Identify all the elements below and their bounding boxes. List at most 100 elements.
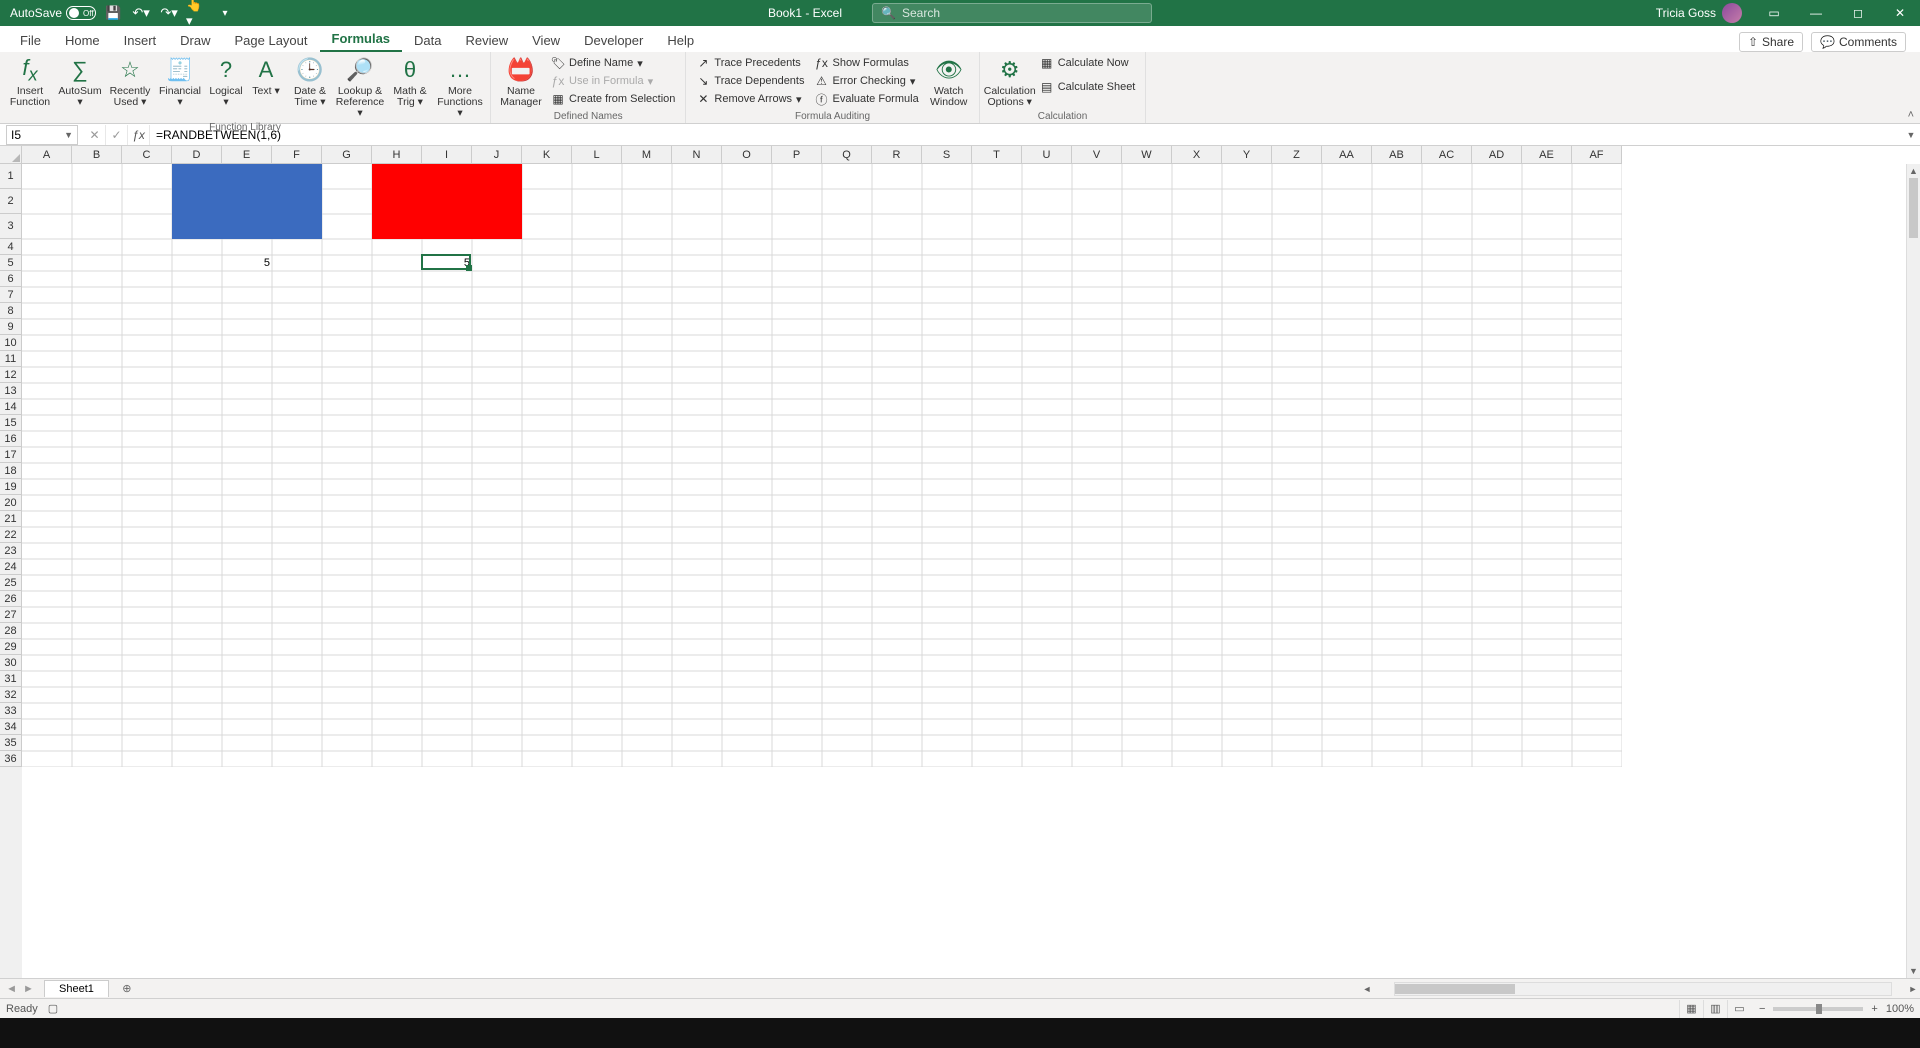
macro-record-icon[interactable]: ▢ <box>48 1002 58 1015</box>
zoom-slider[interactable] <box>1773 1007 1863 1011</box>
collapse-ribbon-icon[interactable]: ˄ <box>1908 109 1914 121</box>
row-header-20[interactable]: 20 <box>0 495 22 511</box>
close-icon[interactable]: ✕ <box>1880 0 1920 26</box>
tab-page-layout[interactable]: Page Layout <box>223 29 320 52</box>
comments-button[interactable]: 💬Comments <box>1811 32 1906 52</box>
column-header-M[interactable]: M <box>622 146 672 164</box>
date-time-button[interactable]: 🕒Date & Time ▾ <box>286 54 334 110</box>
column-header-O[interactable]: O <box>722 146 772 164</box>
qat-customize-icon[interactable]: ▾ <box>214 2 236 24</box>
scroll-down-icon[interactable]: ▼ <box>1907 964 1920 978</box>
tab-file[interactable]: File <box>8 29 53 52</box>
tab-help[interactable]: Help <box>655 29 706 52</box>
autosave-toggle[interactable]: AutoSave Off <box>10 6 96 20</box>
show-formulas-button[interactable]: ƒxShow Formulas <box>810 54 922 72</box>
column-header-Q[interactable]: Q <box>822 146 872 164</box>
row-header-4[interactable]: 4 <box>0 239 22 255</box>
maximize-icon[interactable]: ◻ <box>1838 0 1878 26</box>
hscroll-thumb[interactable] <box>1395 984 1515 994</box>
column-header-J[interactable]: J <box>472 146 522 164</box>
cell-I5[interactable]: 5 <box>422 255 472 271</box>
row-header-6[interactable]: 6 <box>0 271 22 287</box>
column-header-AD[interactable]: AD <box>1472 146 1522 164</box>
column-header-S[interactable]: S <box>922 146 972 164</box>
error-checking-button[interactable]: ⚠Error Checking ▾ <box>810 72 922 90</box>
blue-filled-range[interactable] <box>172 164 322 239</box>
tab-draw[interactable]: Draw <box>168 29 222 52</box>
row-header-16[interactable]: 16 <box>0 431 22 447</box>
row-header-35[interactable]: 35 <box>0 735 22 751</box>
row-header-3[interactable]: 3 <box>0 214 22 239</box>
tab-home[interactable]: Home <box>53 29 112 52</box>
row-header-33[interactable]: 33 <box>0 703 22 719</box>
row-header-9[interactable]: 9 <box>0 319 22 335</box>
autosum-button[interactable]: ∑AutoSum ▾ <box>56 54 104 110</box>
row-header-19[interactable]: 19 <box>0 479 22 495</box>
financial-button[interactable]: 🧾Financial ▾ <box>156 54 204 110</box>
column-header-B[interactable]: B <box>72 146 122 164</box>
row-header-8[interactable]: 8 <box>0 303 22 319</box>
red-filled-range[interactable] <box>372 164 522 239</box>
row-header-28[interactable]: 28 <box>0 623 22 639</box>
row-header-22[interactable]: 22 <box>0 527 22 543</box>
cell-E5[interactable]: 5 <box>222 255 272 271</box>
hscroll-right-icon[interactable]: ► <box>1906 984 1920 994</box>
row-header-12[interactable]: 12 <box>0 367 22 383</box>
tab-formulas[interactable]: Formulas <box>320 27 403 52</box>
column-header-R[interactable]: R <box>872 146 922 164</box>
column-header-AB[interactable]: AB <box>1372 146 1422 164</box>
create-from-selection-button[interactable]: ▦Create from Selection <box>547 90 679 108</box>
calculation-options-button[interactable]: ⚙Calculation Options ▾ <box>986 54 1034 110</box>
row-header-30[interactable]: 30 <box>0 655 22 671</box>
save-icon[interactable]: 💾 <box>102 2 124 24</box>
sheet-nav[interactable]: ◄► <box>0 983 40 995</box>
row-header-36[interactable]: 36 <box>0 751 22 767</box>
ribbon-display-icon[interactable]: ▭ <box>1754 0 1794 26</box>
tab-view[interactable]: View <box>520 29 572 52</box>
row-header-32[interactable]: 32 <box>0 687 22 703</box>
user-account[interactable]: Tricia Goss <box>1656 3 1752 23</box>
column-header-L[interactable]: L <box>572 146 622 164</box>
search-box[interactable]: 🔍 Search <box>872 3 1152 23</box>
column-header-X[interactable]: X <box>1172 146 1222 164</box>
sheet-prev-icon[interactable]: ◄ <box>6 983 17 995</box>
row-header-2[interactable]: 2 <box>0 189 22 214</box>
sheet-tab-sheet1[interactable]: Sheet1 <box>44 980 109 997</box>
column-header-U[interactable]: U <box>1022 146 1072 164</box>
text-button[interactable]: AText ▾ <box>248 54 284 99</box>
add-sheet-button[interactable]: ⊕ <box>115 982 139 995</box>
zoom-out-icon[interactable]: − <box>1759 1003 1765 1015</box>
tab-developer[interactable]: Developer <box>572 29 655 52</box>
watch-window-button[interactable]: 👁Watch Window <box>925 54 973 110</box>
vertical-scrollbar[interactable]: ▲ ▼ <box>1906 164 1920 978</box>
row-header-31[interactable]: 31 <box>0 671 22 687</box>
row-header-13[interactable]: 13 <box>0 383 22 399</box>
page-layout-view-icon[interactable]: ▥ <box>1703 1000 1727 1018</box>
row-header-21[interactable]: 21 <box>0 511 22 527</box>
trace-precedents-button[interactable]: ↗Trace Precedents <box>692 54 808 72</box>
scroll-up-icon[interactable]: ▲ <box>1907 164 1920 178</box>
logical-button[interactable]: ?Logical ▾ <box>206 54 246 110</box>
column-header-Z[interactable]: Z <box>1272 146 1322 164</box>
row-header-5[interactable]: 5 <box>0 255 22 271</box>
row-header-24[interactable]: 24 <box>0 559 22 575</box>
minimize-icon[interactable]: — <box>1796 0 1836 26</box>
redo-icon[interactable]: ↷▾ <box>158 2 180 24</box>
row-header-7[interactable]: 7 <box>0 287 22 303</box>
tab-data[interactable]: Data <box>402 29 453 52</box>
sheet-next-icon[interactable]: ► <box>23 983 34 995</box>
column-header-A[interactable]: A <box>22 146 72 164</box>
column-header-E[interactable]: E <box>222 146 272 164</box>
page-break-view-icon[interactable]: ▭ <box>1727 1000 1751 1018</box>
column-header-AF[interactable]: AF <box>1572 146 1622 164</box>
cells-area[interactable]: 55 <box>22 164 1920 978</box>
column-header-T[interactable]: T <box>972 146 1022 164</box>
column-header-AE[interactable]: AE <box>1522 146 1572 164</box>
row-header-29[interactable]: 29 <box>0 639 22 655</box>
toggle-switch[interactable]: Off <box>66 6 96 20</box>
row-header-11[interactable]: 11 <box>0 351 22 367</box>
column-header-D[interactable]: D <box>172 146 222 164</box>
tab-review[interactable]: Review <box>454 29 521 52</box>
horizontal-scrollbar[interactable] <box>1394 982 1892 996</box>
row-header-17[interactable]: 17 <box>0 447 22 463</box>
